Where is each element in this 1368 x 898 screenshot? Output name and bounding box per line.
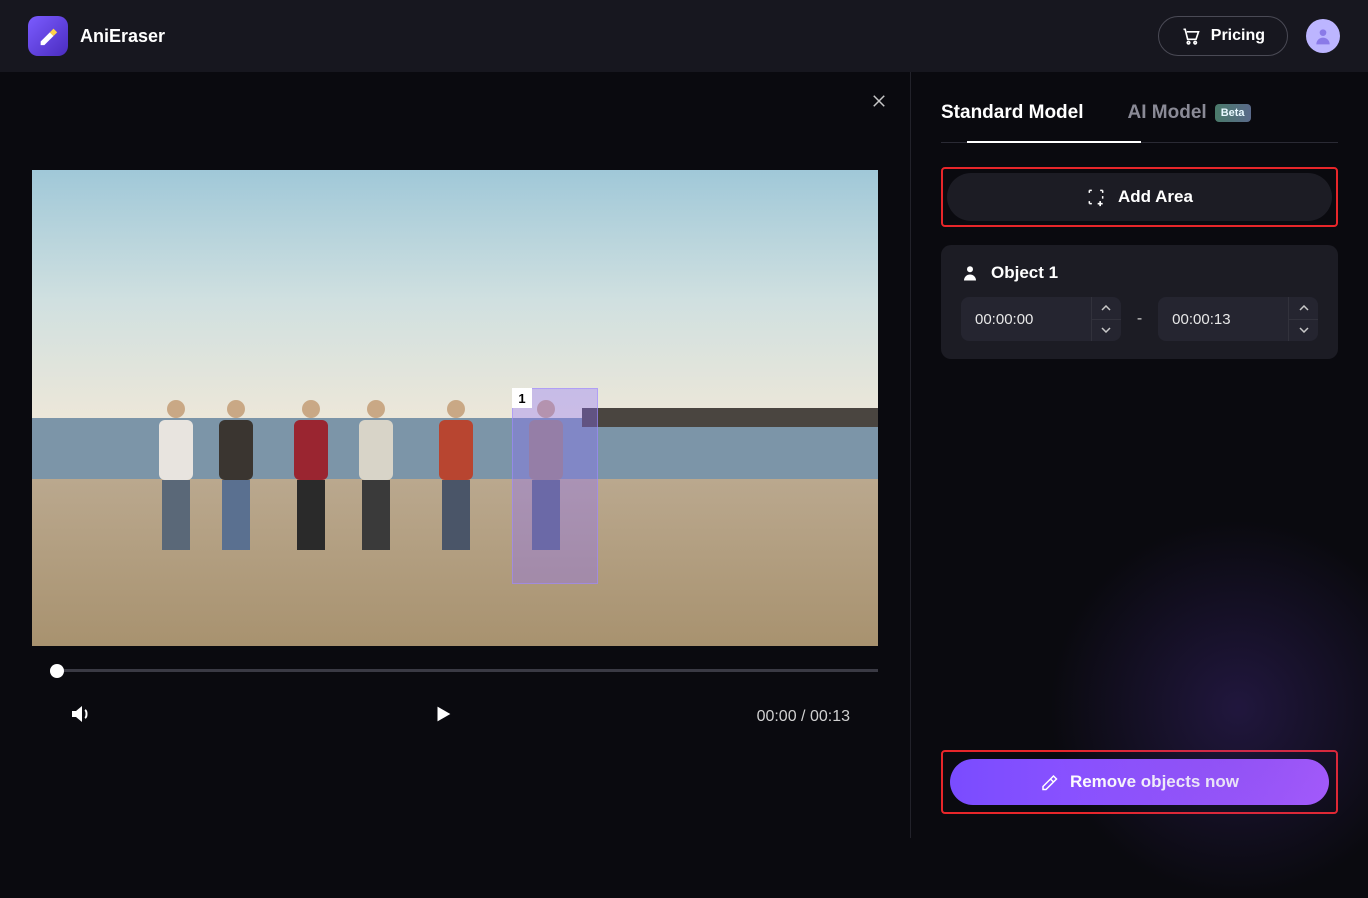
volume-button[interactable]: [68, 702, 92, 731]
start-time-down[interactable]: [1092, 320, 1121, 342]
play-button[interactable]: [432, 703, 454, 730]
timeline-thumb[interactable]: [50, 664, 64, 678]
eraser-icon: [37, 25, 59, 47]
add-area-button[interactable]: Add Area: [947, 173, 1332, 221]
model-tabs: Standard Model AI Model Beta: [941, 94, 1338, 143]
end-time-input[interactable]: 00:00:13: [1158, 297, 1318, 341]
object-title: Object 1: [991, 263, 1058, 283]
chevron-down-icon: [1299, 327, 1309, 333]
start-time-up[interactable]: [1092, 297, 1121, 320]
selection-area[interactable]: 1: [512, 388, 598, 584]
add-area-highlight: Add Area: [941, 167, 1338, 227]
tab-ai-model[interactable]: AI Model Beta: [1128, 94, 1251, 142]
cart-icon: [1181, 26, 1201, 46]
user-avatar[interactable]: [1306, 19, 1340, 53]
pricing-button[interactable]: Pricing: [1158, 16, 1288, 56]
person-icon: [961, 264, 979, 282]
remove-objects-button[interactable]: Remove objects now: [950, 759, 1329, 805]
app-header: AniEraser Pricing: [0, 0, 1368, 72]
close-button[interactable]: [870, 92, 888, 115]
add-area-icon: [1086, 187, 1106, 207]
end-time-value: 00:00:13: [1158, 297, 1288, 341]
remove-objects-label: Remove objects now: [1070, 772, 1239, 792]
video-controls: 00:00 / 00:13: [32, 702, 878, 731]
end-time-down[interactable]: [1289, 320, 1318, 342]
app-logo: [28, 16, 68, 56]
tab-underline: [967, 141, 1141, 143]
selection-badge: 1: [512, 388, 532, 408]
app-name: AniEraser: [80, 26, 165, 47]
video-preview[interactable]: 1: [32, 170, 878, 646]
remove-button-highlight: Remove objects now: [941, 750, 1338, 814]
time-display: 00:00 / 00:13: [757, 708, 850, 726]
tab-standard-model[interactable]: Standard Model: [941, 94, 1084, 142]
side-panel: Standard Model AI Model Beta Add Area: [910, 72, 1368, 838]
start-time-value: 00:00:00: [961, 297, 1091, 341]
time-separator: -: [1137, 310, 1142, 328]
add-area-label: Add Area: [1118, 187, 1193, 207]
end-time-up[interactable]: [1289, 297, 1318, 320]
play-icon: [432, 703, 454, 725]
chevron-up-icon: [1101, 305, 1111, 311]
video-timeline[interactable]: [32, 664, 878, 676]
pricing-label: Pricing: [1211, 27, 1265, 45]
eraser-icon: [1040, 773, 1058, 791]
start-time-input[interactable]: 00:00:00: [961, 297, 1121, 341]
volume-icon: [68, 702, 92, 726]
object-card: Object 1 00:00:00 - 00:00:1: [941, 245, 1338, 359]
user-icon: [1313, 26, 1333, 46]
chevron-down-icon: [1101, 327, 1111, 333]
close-icon: [870, 92, 888, 110]
beta-badge: Beta: [1215, 104, 1251, 122]
video-panel: 1 00:00 / 00:13: [0, 72, 910, 838]
chevron-up-icon: [1299, 305, 1309, 311]
